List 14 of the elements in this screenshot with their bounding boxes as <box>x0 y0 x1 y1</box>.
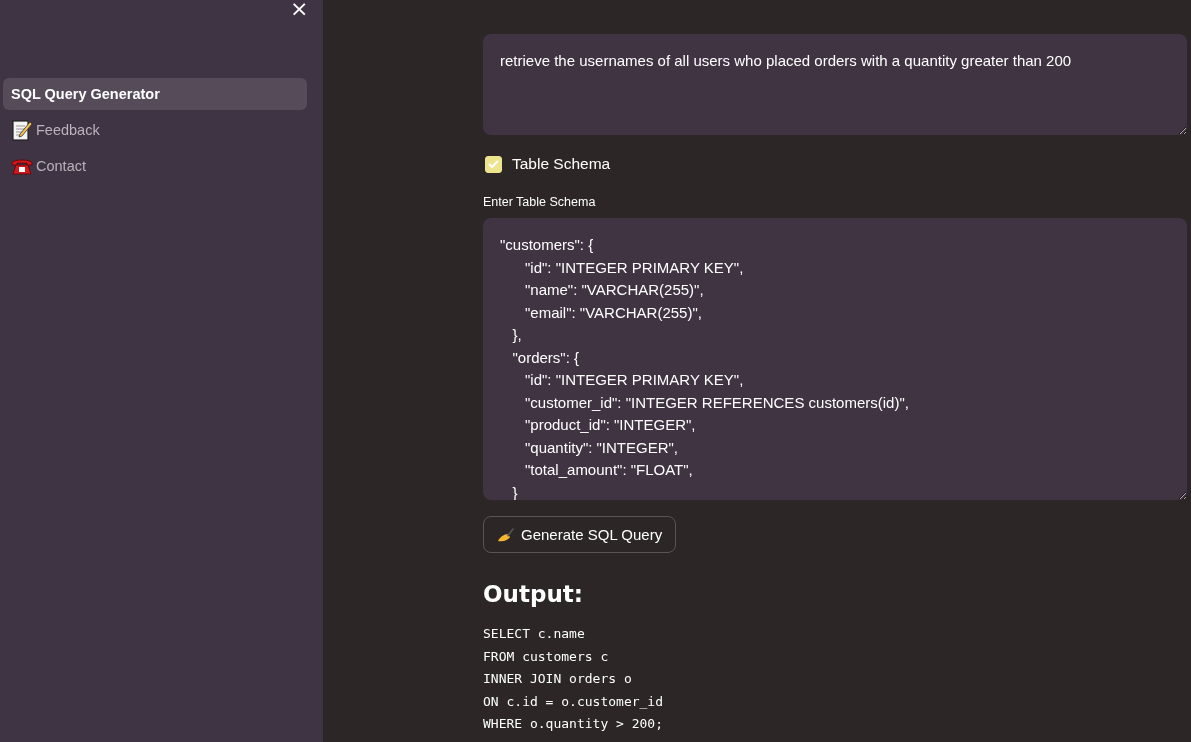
telephone-icon <box>11 157 33 175</box>
output-heading: Output: <box>483 581 584 607</box>
sidebar-item[interactable]: Feedback <box>3 114 307 146</box>
schema-checkbox[interactable]: Table Schema <box>485 155 1187 173</box>
generate-button[interactable]: Generate SQL Query <box>483 516 677 553</box>
memo-icon <box>11 119 33 141</box>
sidebar-item[interactable]: Contact <box>3 150 307 182</box>
close-button[interactable]: × <box>290 0 309 21</box>
sidebar-item[interactable]: SQL Query Generator <box>3 78 307 110</box>
field-label: Enter Table Schema <box>483 195 597 209</box>
schema-field[interactable]: "customers": { "id": "INTEGER PRIMARY KEY", "name": "VARCHAR(255)", "email": "VARCHAR(255)", }, "orders": { "id": "INTEGER PRIMARY KEY", "customer_id": "INTEGER REFERENCES customers(id)", "product_id": "INTEGER", "quantity": "INTEGER", "total_amount": "FLOAT", } <box>483 218 1187 500</box>
checkmark-icon <box>488 159 499 169</box>
sql-code: SELECT c.name FROM customers c INNER JOIN orders o ON c.id = o.customer_id WHERE o.quantity > 200; <box>483 625 664 733</box>
query-field[interactable]: retrieve the usernames of all users who placed orders with a quantity greater than 200 <box>483 34 1187 135</box>
